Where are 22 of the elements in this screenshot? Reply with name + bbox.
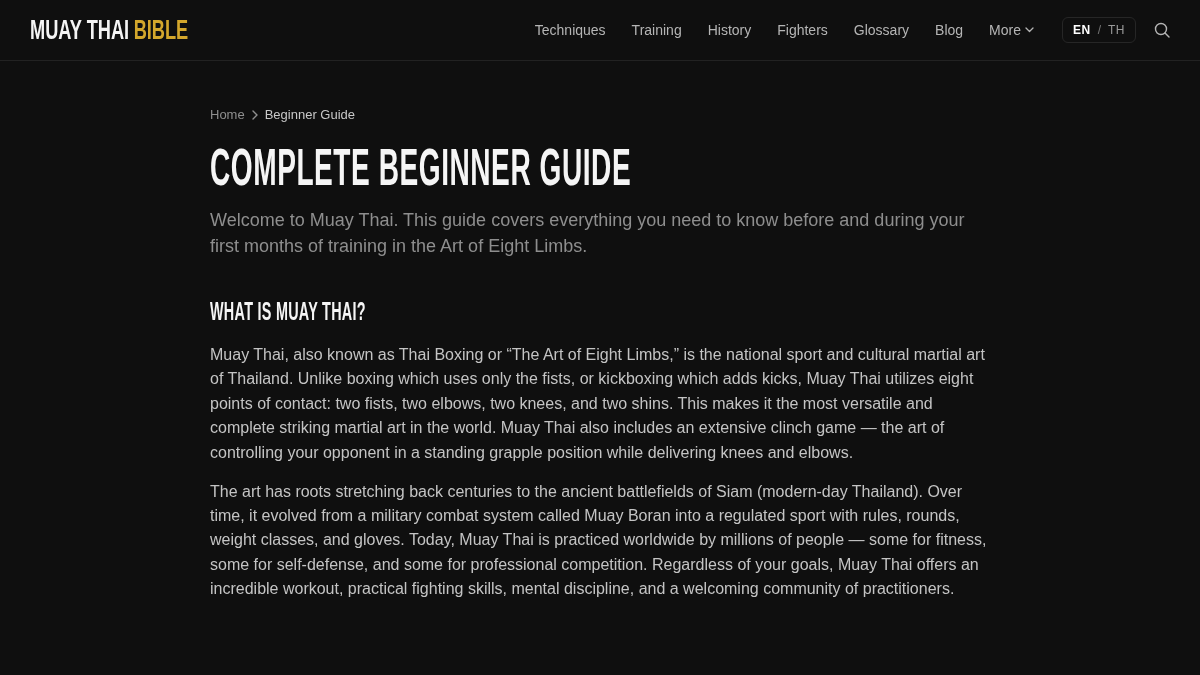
nav-menu-link[interactable]: More	[989, 22, 1034, 38]
nav-link[interactable]: History	[707, 22, 752, 38]
section-heading: WHAT IS MUAY THAI?	[210, 296, 366, 326]
nav-link[interactable]: Training	[631, 22, 682, 38]
nav-link[interactable]: Blog	[935, 22, 964, 38]
language-separator: /	[1097, 23, 1101, 37]
search-icon	[1154, 22, 1170, 38]
chevron-down-icon	[1025, 27, 1034, 33]
nav-link[interactable]: Glossary	[853, 22, 910, 38]
language-option[interactable]: TH	[1108, 23, 1125, 37]
lead-paragraph: Welcome to Muay Thai. This guide covers everything you need to know before and during your first months of training in the Art of Eight Limbs.	[210, 209, 966, 258]
page-title: COMPLETE BEGINNER GUIDE	[210, 139, 632, 195]
chevron-right-icon	[250, 110, 259, 120]
body-paragraph: The art has roots stretching back centuries to the ancient battlefields of Siam (modern-day Thailand). Over time, it evolved from a military combat system called Muay Boran into a regulated sport with rules, rounds, weight classes, and gloves. Today, Muay Thai is practiced worldwide by millions of people — some for fitness, some for self-defense, and some for professional competition. Regardless of your goals, Muay Thai offers an incredible workout, practical fighting skills, mental discipline, and a welcoming community of practitioners.	[210, 481, 988, 600]
breadcrumb-link[interactable]: Home	[210, 107, 245, 123]
breadcrumb-current[interactable]: Beginner Guide	[264, 107, 356, 123]
nav-link[interactable]: Fighters	[777, 22, 828, 38]
search-button[interactable]	[1154, 22, 1170, 38]
body-paragraph: Muay Thai, also known as Thai Boxing or “The Art of Eight Limbs,” is the national sport and cultural martial art of Thailand. Unlike boxing which uses only the fists, or kickboxing which adds kicks, Muay Thai utilizes eight points of contact: two fists, two elbows, two knees, and two shins. This makes it the most versatile and complete striking martial art in the world. Muay Thai also includes an extensive clinch game — the art of controlling your opponent in a standing grapple position while delivering knees and elbows.	[210, 345, 986, 463]
site-logo[interactable]: MUAY THAI BIBLE	[30, 14, 189, 46]
language-option[interactable]: EN	[1073, 23, 1091, 37]
nav-link[interactable]: Techniques	[534, 22, 606, 38]
